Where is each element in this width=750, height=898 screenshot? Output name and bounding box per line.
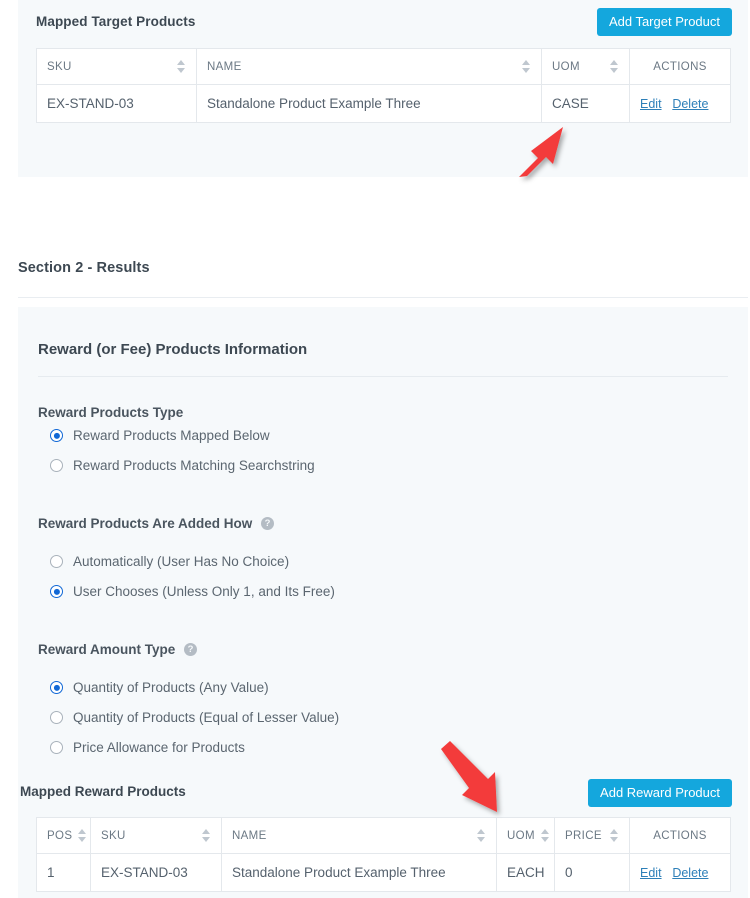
target-col-actions-label: ACTIONS [653, 60, 707, 73]
target-col-name[interactable]: NAME [196, 48, 542, 85]
target-col-actions: ACTIONS [629, 48, 731, 85]
radio-icon[interactable] [50, 741, 63, 754]
reward-col-actions-label: ACTIONS [653, 829, 707, 842]
page-root: Mapped Target Products Add Target Produc… [0, 0, 750, 898]
radio-label: Quantity of Products (Any Value) [73, 680, 269, 695]
reward-col-actions: ACTIONS [629, 817, 731, 854]
reward-col-pos[interactable]: POS [36, 817, 91, 854]
reward-cell-sku: EX-STAND-03 [90, 853, 222, 892]
panel-divider [38, 376, 728, 377]
sort-icon[interactable] [540, 829, 550, 842]
target-col-uom-label: UOM [552, 60, 580, 73]
delete-link[interactable]: Delete [672, 866, 708, 880]
reward-cell-pos: 1 [36, 853, 91, 892]
reward-col-name-label: NAME [232, 829, 267, 842]
sort-icon[interactable] [177, 60, 186, 73]
group-label-reward-products-type: Reward Products Type [38, 405, 184, 420]
reward-cell-uom: EACH [496, 853, 555, 892]
sort-icon[interactable] [202, 829, 211, 842]
edit-link[interactable]: Edit [640, 866, 662, 880]
table-row: EX-STAND-03 Standalone Product Example T… [36, 84, 731, 123]
reward-table-header-row: POS SKU NAME UOM PRICE ACTIONS [36, 817, 731, 854]
target-cell-sku: EX-STAND-03 [36, 84, 197, 123]
radio-reward-products-mapped-below[interactable]: Reward Products Mapped Below [50, 428, 270, 443]
add-reward-product-button[interactable]: Add Reward Product [588, 779, 732, 807]
radio-quantity-equal-or-lesser-value[interactable]: Quantity of Products (Equal of Lesser Va… [50, 710, 339, 725]
sort-icon[interactable] [610, 60, 619, 73]
radio-user-chooses[interactable]: User Chooses (Unless Only 1, and Its Fre… [50, 584, 335, 599]
reward-col-price[interactable]: PRICE [554, 817, 630, 854]
radio-quantity-any-value[interactable]: Quantity of Products (Any Value) [50, 680, 269, 695]
group-label-reward-amount-type: Reward Amount Type [38, 642, 198, 657]
radio-automatically[interactable]: Automatically (User Has No Choice) [50, 554, 289, 569]
help-icon[interactable] [261, 517, 275, 530]
reward-cell-actions: Edit Delete [629, 853, 731, 892]
reward-col-sku-label: SKU [101, 829, 126, 842]
reward-products-panel: Reward (or Fee) Products Information Rew… [18, 307, 748, 898]
radio-icon[interactable] [50, 585, 63, 598]
reward-cell-name: Standalone Product Example Three [221, 853, 497, 892]
reward-col-uom-label: UOM [507, 829, 535, 842]
target-col-sku-label: SKU [47, 60, 72, 73]
sort-icon[interactable] [522, 60, 531, 73]
radio-label: Automatically (User Has No Choice) [73, 554, 290, 569]
radio-icon[interactable] [50, 555, 63, 568]
mapped-target-products-title: Mapped Target Products [36, 14, 196, 29]
radio-reward-products-matching-searchstring[interactable]: Reward Products Matching Searchstring [50, 458, 315, 473]
sort-icon[interactable] [477, 829, 486, 842]
radio-price-allowance[interactable]: Price Allowance for Products [50, 740, 245, 755]
reward-col-sku[interactable]: SKU [90, 817, 222, 854]
radio-icon[interactable] [50, 711, 63, 724]
radio-label: Reward Products Matching Searchstring [73, 458, 315, 473]
reward-col-uom[interactable]: UOM [496, 817, 555, 854]
target-cell-uom: CASE [541, 84, 630, 123]
target-cell-actions: Edit Delete [629, 84, 731, 123]
section-2-divider [18, 297, 748, 298]
reward-col-price-label: PRICE [565, 829, 602, 842]
reward-col-pos-label: POS [47, 829, 73, 842]
radio-label: User Chooses (Unless Only 1, and Its Fre… [73, 584, 335, 599]
reward-products-table: POS SKU NAME UOM PRICE ACTIONS 1 EX-STAN… [36, 817, 731, 892]
delete-link[interactable]: Delete [672, 97, 708, 111]
target-table-header-row: SKU NAME UOM ACTIONS [36, 48, 731, 85]
table-row: 1 EX-STAND-03 Standalone Product Example… [36, 853, 731, 892]
target-col-uom[interactable]: UOM [541, 48, 630, 85]
help-icon[interactable] [184, 643, 198, 656]
target-col-name-label: NAME [207, 60, 242, 73]
radio-label: Reward Products Mapped Below [73, 428, 270, 443]
radio-icon[interactable] [50, 681, 63, 694]
mapped-reward-products-title: Mapped Reward Products [20, 784, 186, 799]
radio-icon[interactable] [50, 429, 63, 442]
section-2-header: Section 2 - Results [18, 260, 748, 276]
sort-icon[interactable] [610, 829, 619, 842]
target-cell-name: Standalone Product Example Three [196, 84, 542, 123]
add-target-product-button[interactable]: Add Target Product [596, 8, 732, 36]
target-products-table: SKU NAME UOM ACTIONS EX-STAND-03 Standal… [36, 48, 731, 123]
reward-cell-price: 0 [554, 853, 630, 892]
group-label-reward-products-added-how: Reward Products Are Added How [38, 516, 275, 531]
radio-icon[interactable] [50, 459, 63, 472]
target-col-sku[interactable]: SKU [36, 48, 197, 85]
radio-label: Quantity of Products (Equal of Lesser Va… [73, 710, 340, 725]
edit-link[interactable]: Edit [640, 97, 662, 111]
reward-col-name[interactable]: NAME [221, 817, 497, 854]
radio-label: Price Allowance for Products [73, 740, 245, 755]
section-2-title: Section 2 - Results [18, 260, 150, 276]
sort-icon[interactable] [78, 829, 87, 842]
panel-title: Reward (or Fee) Products Information [38, 341, 308, 358]
